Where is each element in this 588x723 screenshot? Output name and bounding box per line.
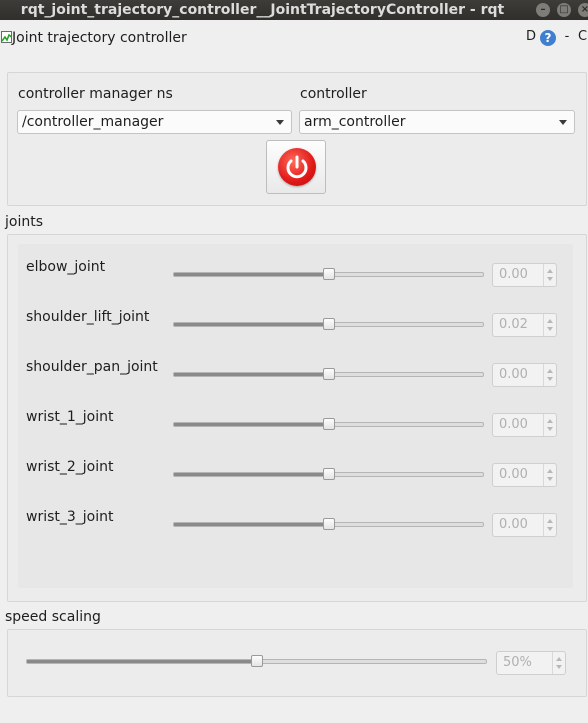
- chevron-up-icon: [556, 657, 562, 661]
- chevron-down-icon: [547, 377, 553, 381]
- joint-name: shoulder_lift_joint: [26, 309, 150, 325]
- chevron-up-icon: [547, 469, 553, 473]
- joints-section-label: joints: [5, 214, 44, 230]
- joint-name: shoulder_pan_joint: [26, 359, 158, 375]
- joint-slider-fill: [174, 273, 329, 276]
- power-icon: [286, 155, 308, 179]
- joint-value: 0.00: [499, 267, 528, 282]
- spin-arrows[interactable]: [543, 364, 556, 386]
- joint-slider-handle[interactable]: [323, 318, 335, 330]
- plugin-header: Joint trajectory controller D ? - C: [0, 22, 588, 56]
- chevron-up-icon: [547, 419, 553, 423]
- speed-scaling-slider-handle[interactable]: [251, 655, 263, 667]
- joint-value: 0.00: [499, 417, 528, 432]
- chevron-down-icon: [559, 120, 567, 125]
- joint-slider-handle[interactable]: [323, 418, 335, 430]
- chevron-down-icon: [547, 277, 553, 281]
- chevron-up-icon: [547, 369, 553, 373]
- help-icon[interactable]: ?: [540, 30, 556, 46]
- joint-name: wrist_3_joint: [26, 509, 114, 525]
- joint-value: 0.02: [499, 317, 528, 332]
- joint-slider-fill: [174, 373, 329, 376]
- chevron-down-icon: [547, 477, 553, 481]
- joint-slider-handle[interactable]: [323, 468, 335, 480]
- chevron-down-icon: [276, 120, 284, 125]
- joint-value: 0.00: [499, 467, 528, 482]
- chevron-down-icon: [556, 665, 562, 669]
- joint-slider-handle[interactable]: [323, 268, 335, 280]
- speed-scaling-label: speed scaling: [5, 609, 101, 625]
- spin-arrows[interactable]: [543, 464, 556, 486]
- controller-manager-combo[interactable]: /controller_manager: [17, 110, 292, 134]
- spin-arrows[interactable]: [543, 414, 556, 436]
- controller-label: controller: [300, 86, 367, 102]
- joint-name: elbow_joint: [26, 259, 106, 275]
- joint-name: wrist_2_joint: [26, 459, 114, 475]
- joint-slider-fill: [174, 323, 329, 326]
- joint-value: 0.00: [499, 517, 528, 532]
- window-title: rqt_joint_trajectory_controller__JointTr…: [20, 2, 505, 18]
- power-button[interactable]: [266, 140, 326, 194]
- spin-arrows[interactable]: [543, 264, 556, 286]
- joint-slider-fill: [174, 423, 329, 426]
- joint-slider-fill: [174, 473, 329, 476]
- controller-value: arm_controller: [304, 114, 406, 130]
- spin-arrows[interactable]: [552, 652, 565, 674]
- joint-value-spinbox[interactable]: 0.00: [492, 363, 557, 387]
- chevron-down-icon: [547, 427, 553, 431]
- speed-scaling-fill: [27, 660, 257, 663]
- minimize-plugin-button[interactable]: -: [561, 28, 573, 46]
- speed-scaling-value: 50%: [503, 655, 532, 670]
- joint-value-spinbox[interactable]: 0.00: [492, 513, 557, 537]
- joint-value-spinbox[interactable]: 0.02: [492, 313, 557, 337]
- chevron-down-icon: [547, 327, 553, 331]
- spin-arrows[interactable]: [543, 514, 556, 536]
- joint-value: 0.00: [499, 367, 528, 382]
- chevron-up-icon: [547, 319, 553, 323]
- plugin-icon: [1, 31, 12, 43]
- minimize-button[interactable]: –: [536, 3, 550, 17]
- joint-slider-fill: [174, 523, 329, 526]
- joint-value-spinbox[interactable]: 0.00: [492, 263, 557, 287]
- joint-name: wrist_1_joint: [26, 409, 114, 425]
- dock-button[interactable]: D: [523, 28, 539, 46]
- controller-manager-value: /controller_manager: [22, 114, 164, 130]
- maximize-button[interactable]: □: [557, 3, 571, 17]
- spin-arrows[interactable]: [543, 314, 556, 336]
- window-titlebar: rqt_joint_trajectory_controller__JointTr…: [0, 0, 588, 20]
- chevron-down-icon: [547, 527, 553, 531]
- plugin-title: Joint trajectory controller: [12, 30, 187, 46]
- close-button[interactable]: ×: [578, 3, 588, 17]
- close-plugin-button[interactable]: C: [578, 28, 588, 46]
- chevron-up-icon: [547, 269, 553, 273]
- controller-combo[interactable]: arm_controller: [299, 110, 575, 134]
- controller-manager-label: controller manager ns: [18, 86, 173, 102]
- joint-value-spinbox[interactable]: 0.00: [492, 413, 557, 437]
- joint-slider-handle[interactable]: [323, 518, 335, 530]
- joint-slider-handle[interactable]: [323, 368, 335, 380]
- speed-scaling-spinbox[interactable]: 50%: [496, 651, 566, 675]
- chevron-up-icon: [547, 519, 553, 523]
- joint-value-spinbox[interactable]: 0.00: [492, 463, 557, 487]
